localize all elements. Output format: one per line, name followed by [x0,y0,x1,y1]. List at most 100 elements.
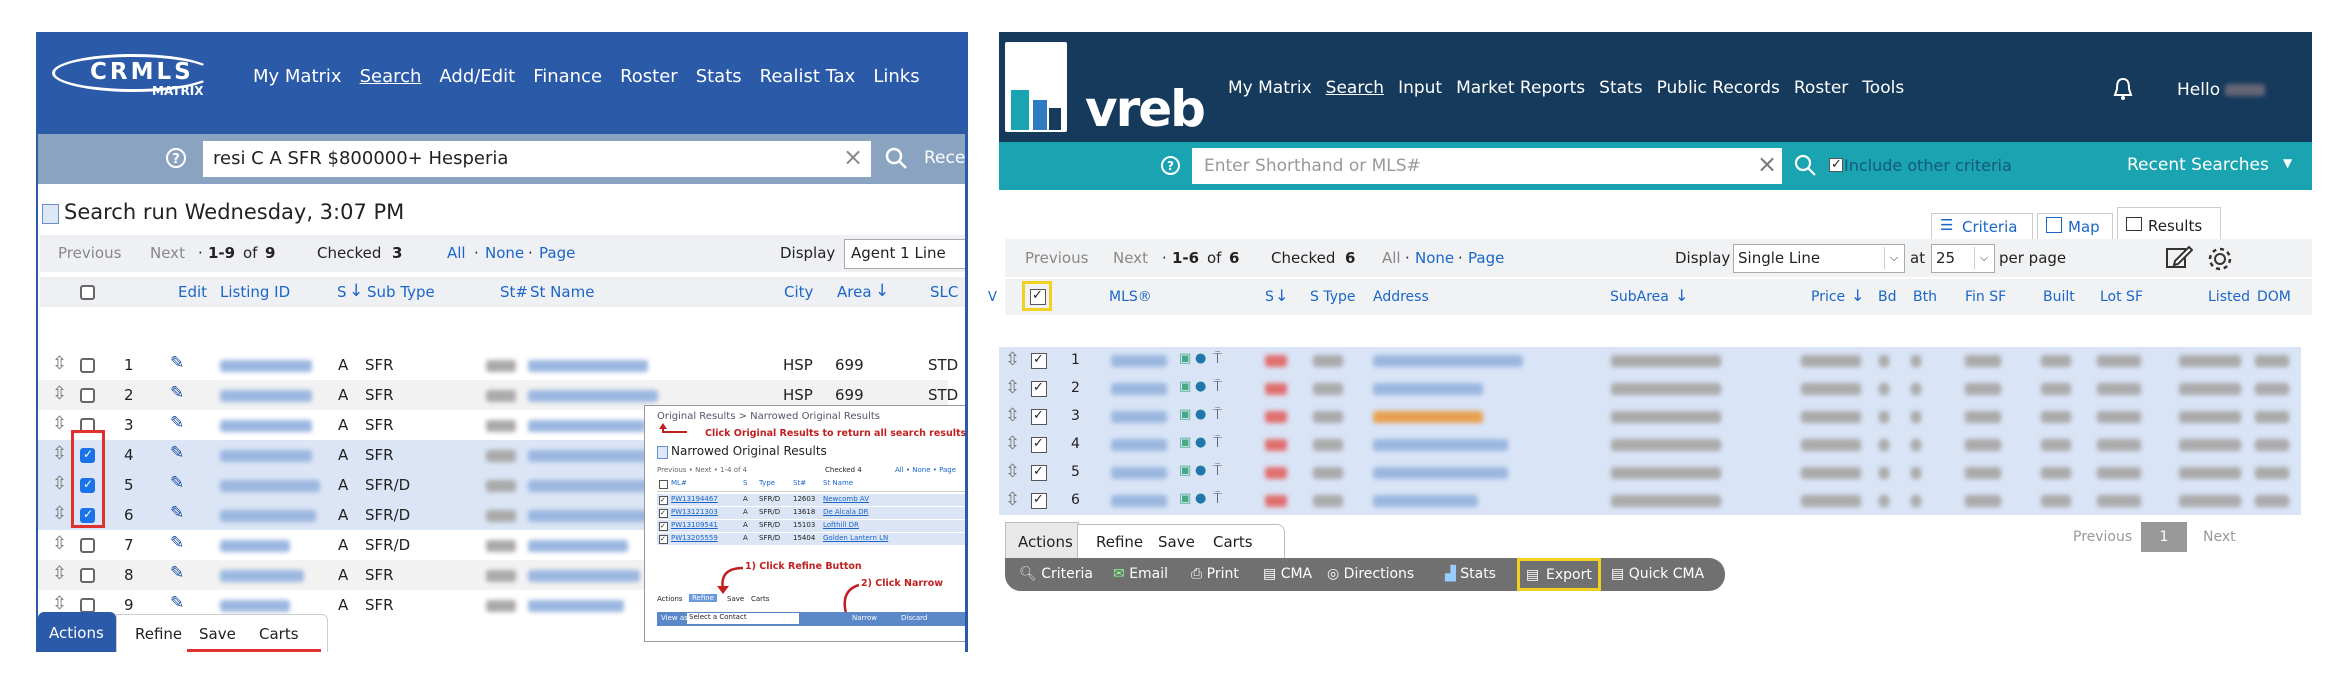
row-number: 3 [124,416,134,434]
edit-pencil-icon[interactable]: ✎ [170,503,184,523]
edit-pencil-icon[interactable]: ✎ [170,533,184,553]
drag-handle-icon[interactable]: ⇳ [1005,377,1020,398]
subarea-blurred [1611,411,1721,423]
action-cma[interactable]: ▤ CMA [1263,566,1312,582]
inset-breadcrumb[interactable]: Original Results > Narrowed Original Res… [657,411,880,422]
drag-handle-icon[interactable]: ⇳ [52,383,67,404]
table-row[interactable]: ⇳ 3 ▣ ● ⍑ [999,403,2301,431]
drag-handle-icon[interactable]: ⇳ [52,353,67,374]
action-stats[interactable]: ▟ Stats [1445,566,1496,582]
pin-icon[interactable]: ⍑ [1213,433,1222,451]
action-quick-cma[interactable]: ▤ Quick CMA [1611,566,1704,582]
pagination-next[interactable]: Next [2203,529,2236,545]
row-checkbox[interactable] [1031,436,1047,453]
edit-pencil-icon[interactable]: ✎ [170,383,184,403]
status-cell: A [338,446,349,464]
action-directions[interactable]: ◎ Directions [1327,566,1414,582]
inset-links[interactable]: All • None • Page [895,466,956,474]
row-number: 4 [1071,436,1080,452]
pin-icon[interactable]: ⍑ [1213,405,1222,423]
drag-handle-icon[interactable]: ⇳ [1005,433,1020,454]
globe-icon[interactable]: ● [1195,379,1206,394]
drag-handle-icon[interactable]: ⇳ [52,473,67,494]
edit-pencil-icon[interactable]: ✎ [170,563,184,583]
action-export[interactable]: ▤ Export [1517,558,1601,591]
drag-handle-icon[interactable]: ⇳ [1005,461,1020,482]
tab-carts[interactable]: Carts [259,625,299,643]
row-checkbox[interactable] [80,568,95,583]
drag-handle-icon[interactable]: ⇳ [52,563,67,584]
fin-sf-blurred [1965,411,2001,423]
drag-handle-icon[interactable]: ⇳ [1005,489,1020,510]
dom-blurred [2255,495,2289,507]
photo-icon[interactable]: ▣ [1179,351,1191,366]
tab-save[interactable]: Save [199,625,236,643]
row-checkbox[interactable] [1031,464,1047,481]
drag-handle-icon[interactable]: ⇳ [52,593,67,614]
pin-icon[interactable]: ⍑ [1213,349,1222,367]
inset-s: A [743,521,748,529]
photo-icon[interactable]: ▣ [1179,407,1191,422]
row-checkbox[interactable] [1031,380,1047,397]
tab-carts[interactable]: Carts [1213,533,1253,551]
tab-save[interactable]: Save [1158,533,1195,551]
tab-refine[interactable]: Refine [135,625,182,643]
edit-pencil-icon[interactable]: ✎ [170,473,184,493]
edit-pencil-icon[interactable]: ✎ [170,353,184,373]
row-checkbox[interactable] [1031,492,1047,509]
pin-icon[interactable]: ⍑ [1213,489,1222,507]
inset-view-label: View as [661,614,688,622]
row-number: 2 [124,386,134,404]
photo-icon[interactable]: ▣ [1179,491,1191,506]
row-checkbox[interactable] [80,598,95,613]
globe-icon[interactable]: ● [1195,435,1206,450]
tab-actions[interactable]: Actions [38,612,116,652]
row-checkbox[interactable] [80,388,95,403]
listing-id-blurred [220,510,316,522]
listed-blurred [2179,495,2241,507]
globe-icon[interactable]: ● [1195,407,1206,422]
table-row[interactable]: ⇳ 5 ▣ ● ⍑ [999,459,2301,487]
pagination-previous[interactable]: Previous [2073,529,2132,545]
photo-icon[interactable]: ▣ [1179,379,1191,394]
globe-icon[interactable]: ● [1195,463,1206,478]
action-cma-label: CMA [1280,566,1313,582]
row-checkbox[interactable] [1031,352,1047,369]
drag-handle-icon[interactable]: ⇳ [52,443,67,464]
table-row[interactable]: ⇳ 2 ▣ ● ⍑ [999,375,2301,403]
table-row[interactable]: ⇳ 6 ▣ ● ⍑ [999,487,2301,515]
globe-icon[interactable]: ● [1195,491,1206,506]
inset-checked: Checked 4 [825,466,862,474]
listing-id-blurred [220,360,312,372]
photo-icon[interactable]: ▣ [1179,463,1191,478]
drag-handle-icon[interactable]: ⇳ [1005,405,1020,426]
action-email[interactable]: ✉ Email [1113,566,1168,582]
pin-icon[interactable]: ⍑ [1213,377,1222,395]
tab-refine[interactable]: Refine [1096,533,1143,551]
address-blurred [1373,383,1483,395]
action-criteria[interactable]: 🔍︎ Criteria [1019,566,1093,582]
table-row[interactable]: ⇳ 1 ▣ ● ⍑ [999,347,2301,375]
drag-handle-icon[interactable]: ⇳ [52,413,67,434]
globe-icon[interactable]: ● [1195,351,1206,366]
table-row[interactable]: ⇳ 1 ✎ A SFR HSP 699 STD [38,350,958,380]
pin-icon[interactable]: ⍑ [1213,461,1222,479]
action-print[interactable]: ⎙ Print [1191,566,1239,582]
price-blurred [1801,467,1861,479]
tab-actions[interactable]: Actions [1005,522,1079,559]
row-checkbox[interactable] [80,538,95,553]
drag-handle-icon[interactable]: ⇳ [52,503,67,524]
listing-id-blurred [220,540,290,552]
pagination-current[interactable]: 1 [2141,522,2187,552]
row-checkbox[interactable] [80,358,95,373]
table-row[interactable]: ⇳ 4 ▣ ● ⍑ [999,431,2301,459]
row-number: 5 [124,476,134,494]
drag-handle-icon[interactable]: ⇳ [52,533,67,554]
drag-handle-icon[interactable]: ⇳ [1005,349,1020,370]
row-checkbox[interactable] [1031,408,1047,425]
edit-pencil-icon[interactable]: ✎ [170,593,184,613]
status-blurred [1265,411,1287,423]
edit-pencil-icon[interactable]: ✎ [170,413,184,433]
edit-pencil-icon[interactable]: ✎ [170,443,184,463]
photo-icon[interactable]: ▣ [1179,435,1191,450]
